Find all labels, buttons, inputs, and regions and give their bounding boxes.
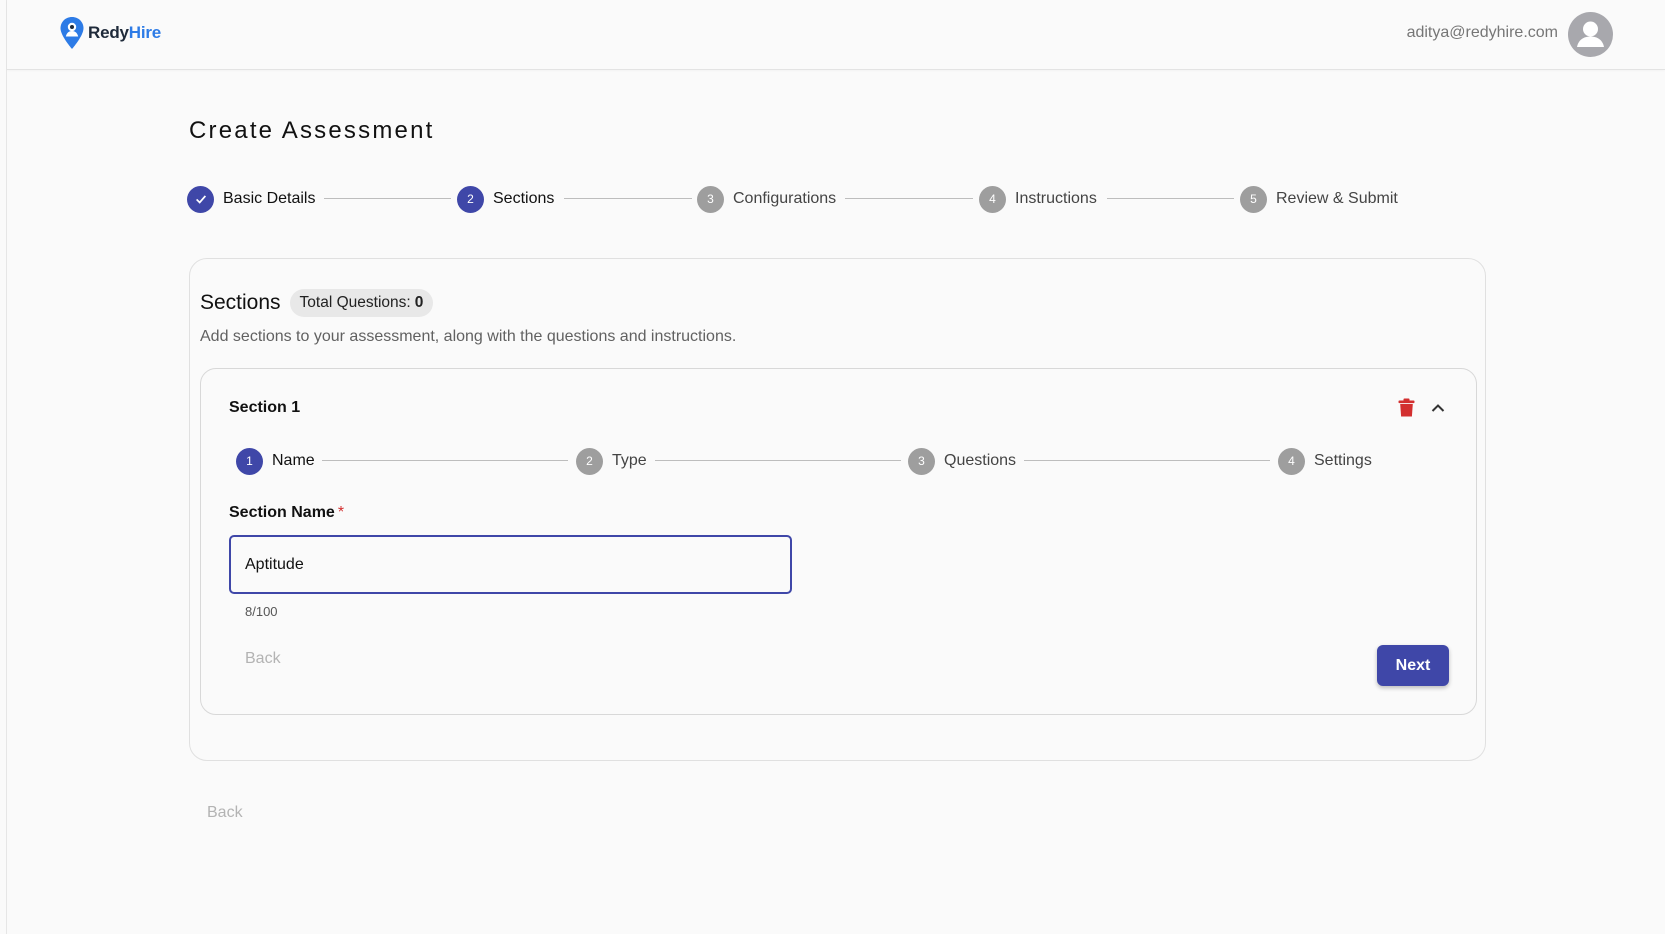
step-label: Sections [493, 190, 555, 207]
step-number: 2 [576, 447, 603, 475]
section-name-label-text: Section Name [229, 504, 335, 521]
stepper-connector [1024, 460, 1270, 461]
substep-name[interactable]: 1 Name [236, 447, 315, 475]
user-avatar[interactable] [1568, 12, 1613, 57]
section-name-label: Section Name * [229, 504, 344, 522]
person-icon [1577, 21, 1604, 47]
stepper-connector [655, 460, 901, 461]
total-questions-value: 0 [414, 294, 424, 311]
step-number: 1 [236, 447, 263, 475]
step-sections[interactable]: 2 Sections [457, 185, 554, 213]
page-frame-bottom [0, 934, 1665, 939]
top-bar: RedyHire aditya@redyhire.com [7, 0, 1665, 70]
section-back-button[interactable]: Back [233, 642, 293, 676]
user-email: aditya@redyhire.com [1406, 24, 1558, 41]
step-number: 4 [979, 185, 1006, 213]
section-name-input[interactable] [229, 535, 792, 594]
step-number: 3 [697, 185, 724, 213]
stepper-connector [324, 198, 451, 199]
sections-card: Sections Total Questions: 0 Add sections… [189, 258, 1486, 761]
location-pin-logo-icon [60, 17, 84, 49]
sections-header: Sections Total Questions: 0 [200, 289, 434, 317]
step-instructions[interactable]: 4 Instructions [979, 185, 1097, 213]
stepper-connector [564, 198, 692, 199]
step-label: Questions [944, 452, 1017, 469]
step-review-submit[interactable]: 5 Review & Submit [1240, 185, 1398, 213]
stepper-connector [845, 198, 973, 199]
page-title: Create Assessment [189, 117, 435, 144]
step-number: 5 [1240, 185, 1267, 213]
section-stepper: 1 Name 2 Type 3 Questions 4 Settings [236, 447, 1442, 475]
substep-questions[interactable]: 3 Questions [908, 447, 1016, 475]
page-frame-left [6, 0, 7, 939]
section-panel: Section 1 1 Name 2 Type 3 Questions 4 Se… [200, 368, 1477, 715]
brand-name: RedyHire [88, 23, 162, 42]
step-label: Settings [1314, 452, 1372, 469]
step-label: Instructions [1015, 190, 1097, 207]
total-questions-badge: Total Questions: 0 [289, 289, 434, 317]
stepper-connector [322, 460, 568, 461]
brand-logo[interactable]: RedyHire [59, 16, 161, 50]
step-basic-details[interactable]: Basic Details [187, 185, 315, 213]
stepper-connector [1107, 198, 1234, 199]
section-title: Section 1 [229, 399, 301, 416]
substep-settings[interactable]: 4 Settings [1278, 447, 1372, 475]
assessment-stepper: Basic Details 2 Sections 3 Configuration… [187, 185, 1478, 213]
step-label: Type [612, 452, 647, 469]
sections-title: Sections [200, 291, 281, 314]
trash-icon[interactable] [1398, 398, 1415, 417]
step-number: 3 [908, 447, 935, 475]
chevron-up-icon[interactable] [1428, 398, 1448, 418]
step-label: Configurations [733, 190, 837, 207]
substep-type[interactable]: 2 Type [576, 447, 647, 475]
next-button[interactable]: Next [1377, 645, 1449, 686]
check-icon [187, 185, 214, 213]
step-number: 4 [1278, 447, 1305, 475]
page-back-button[interactable]: Back [195, 796, 255, 830]
required-asterisk: * [337, 504, 345, 521]
sections-description: Add sections to your assessment, along w… [200, 328, 737, 345]
step-number: 2 [457, 185, 484, 213]
step-label: Basic Details [223, 190, 316, 207]
step-label: Review & Submit [1276, 190, 1398, 207]
total-questions-label: Total Questions: [299, 294, 411, 311]
step-label: Name [272, 452, 315, 469]
step-configurations[interactable]: 3 Configurations [697, 185, 836, 213]
character-counter: 8/100 [245, 604, 278, 619]
